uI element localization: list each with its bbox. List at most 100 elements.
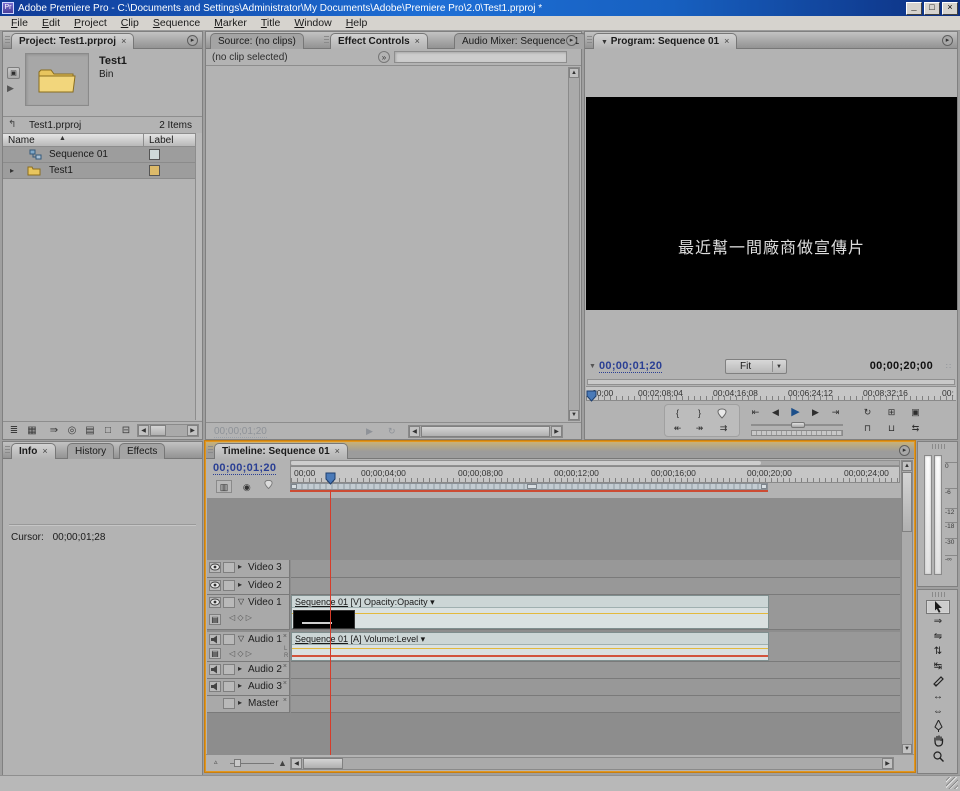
shuttle-thumb[interactable] — [791, 422, 805, 428]
track-lane[interactable] — [291, 662, 900, 679]
panel-grip[interactable] — [932, 444, 946, 449]
tab-effects[interactable]: Effects — [119, 443, 165, 459]
track-lock-toggle[interactable] — [223, 597, 235, 608]
program-time-ruler[interactable]: 00;00 00;02;08;04 00;04;16;08 00;06;24;1… — [586, 386, 956, 401]
menu-project[interactable]: Project — [67, 17, 114, 29]
tab-effect-controls[interactable]: Effect Controls× — [330, 33, 428, 49]
track-lock-toggle[interactable] — [223, 664, 235, 675]
zoom-out-icon[interactable]: ▵ — [214, 758, 218, 766]
collapse-track-icon[interactable]: ▽ — [238, 597, 244, 606]
add-keyframe-icon[interactable]: ◇ — [237, 613, 243, 622]
list-view-icon[interactable]: ≣ — [7, 425, 21, 437]
go-to-out-icon[interactable]: ⇥ — [827, 405, 844, 419]
label-swatch[interactable] — [149, 165, 160, 176]
scroll-right-icon[interactable]: ▶ — [882, 758, 893, 769]
work-area-start-handle[interactable] — [291, 484, 297, 489]
scroll-right-icon[interactable]: ▶ — [187, 425, 198, 436]
safe-margins-icon[interactable]: ⊞ — [883, 405, 900, 419]
set-unnumbered-marker-icon[interactable] — [264, 479, 273, 490]
add-keyframe-icon[interactable]: ◇ — [237, 649, 243, 658]
monitor-options-icon[interactable]: ∷ — [946, 362, 951, 371]
delete-icon[interactable]: ⊟ — [119, 425, 133, 437]
track-lane[interactable] — [291, 560, 900, 578]
step-back-icon[interactable]: ◀ — [767, 405, 784, 419]
expand-track-icon[interactable]: ▸ — [238, 681, 242, 690]
track-options-icon[interactable]: × — [283, 663, 287, 670]
maximize-button[interactable]: □ — [924, 2, 940, 15]
go-to-next-marker-icon[interactable]: ↠ — [691, 421, 708, 435]
panel-grip[interactable] — [5, 36, 10, 45]
go-to-prev-marker-icon[interactable]: ↞ — [669, 421, 686, 435]
go-to-in-icon[interactable]: ⇤ — [747, 405, 764, 419]
menu-edit[interactable]: Edit — [35, 17, 67, 29]
scroll-thumb[interactable] — [421, 426, 550, 437]
panel-menu-icon[interactable]: ▸ — [566, 35, 577, 46]
selection-tool[interactable] — [926, 600, 950, 614]
find-icon[interactable]: ◎ — [65, 425, 79, 437]
close-icon[interactable]: × — [335, 446, 340, 456]
zoom-tool[interactable] — [926, 750, 950, 764]
slide-tool[interactable]: ⇔ — [926, 705, 950, 719]
ripple-edit-tool[interactable]: ⇋ — [926, 630, 950, 644]
show-hide-icon[interactable]: » — [378, 51, 390, 63]
trim-icon[interactable]: ⇆ — [907, 421, 924, 435]
chevron-down-icon[interactable]: ▾ — [430, 597, 435, 607]
menu-help[interactable]: Help — [339, 17, 375, 29]
play-preview-button[interactable]: ▶ — [7, 83, 20, 95]
tab-source[interactable]: Source: (no clips) — [210, 33, 304, 49]
scroll-left-icon[interactable]: ◀ — [291, 758, 302, 769]
expand-track-icon[interactable]: ▸ — [238, 562, 242, 571]
new-item-icon[interactable]: □ — [101, 425, 115, 437]
track-options-icon[interactable]: × — [283, 633, 287, 640]
project-row-sequence[interactable]: Sequence 01 — [3, 147, 195, 163]
timeline-playhead-icon[interactable] — [325, 472, 336, 485]
next-keyframe-icon[interactable]: ▷ — [246, 613, 252, 622]
prev-keyframe-icon[interactable]: ◁ — [229, 649, 235, 658]
project-row-bin[interactable]: ▸ Test1 — [3, 163, 195, 179]
next-keyframe-icon[interactable]: ▷ — [246, 649, 252, 658]
slip-tool[interactable]: ↔ — [926, 690, 950, 704]
close-icon[interactable]: × — [121, 36, 126, 46]
scroll-thumb[interactable] — [902, 472, 912, 532]
tab-timeline[interactable]: Timeline: Sequence 01× — [214, 443, 348, 459]
scroll-down-icon[interactable]: ▼ — [902, 744, 912, 754]
expand-track-icon[interactable]: ▸ — [238, 664, 242, 673]
toggle-track-output-icon[interactable] — [209, 681, 221, 692]
track-select-tool[interactable]: ⇒ — [926, 615, 950, 629]
step-forward-icon[interactable]: ▶ — [807, 405, 824, 419]
resize-grip[interactable] — [946, 777, 958, 789]
program-view-area-bar[interactable] — [587, 379, 955, 385]
scroll-down-icon[interactable]: ▼ — [569, 410, 579, 420]
panel-grip[interactable] — [324, 36, 329, 45]
tab-info[interactable]: Info× — [11, 443, 56, 459]
menu-sequence[interactable]: Sequence — [146, 17, 207, 29]
tab-history[interactable]: History — [67, 443, 114, 459]
track-options-icon[interactable]: × — [283, 697, 287, 704]
work-area-bar[interactable] — [290, 483, 768, 490]
up-one-level-icon[interactable]: ↰ — [8, 119, 16, 130]
toggle-track-output-icon[interactable] — [209, 562, 221, 573]
column-name[interactable]: Name — [8, 135, 35, 146]
timeline-current-timecode[interactable]: 00;00;01;20 — [213, 462, 276, 475]
scroll-thumb[interactable] — [303, 758, 343, 769]
track-lane[interactable] — [291, 696, 900, 713]
project-hscrollbar[interactable]: ◀ ▶ — [137, 424, 199, 437]
set-display-style-icon[interactable]: ▤ — [209, 648, 221, 659]
scroll-left-icon[interactable]: ◀ — [138, 425, 149, 436]
volume-rubber-band[interactable] — [292, 648, 768, 649]
audio-clip[interactable]: Sequence 01 [A] Volume:Level ▾ — [291, 632, 769, 661]
timeline-hscrollbar[interactable]: ◀ ▶ — [290, 757, 894, 770]
shuttle-slider[interactable] — [751, 422, 843, 428]
collapse-track-icon[interactable]: ▽ — [238, 634, 244, 643]
tab-project[interactable]: Project: Test1.prproj× — [11, 33, 134, 49]
rate-stretch-tool[interactable]: ↹ — [926, 660, 950, 674]
set-encore-chapter-marker-icon[interactable]: ◉ — [239, 481, 255, 494]
panel-grip[interactable] — [932, 592, 946, 597]
track-lock-toggle[interactable] — [223, 698, 235, 709]
panel-grip[interactable] — [208, 446, 213, 455]
rolling-edit-tool[interactable]: ⇅ — [926, 645, 950, 659]
toggle-track-output-icon[interactable] — [209, 634, 221, 645]
sort-ascending-icon[interactable]: ▲ — [59, 135, 66, 142]
video-clip[interactable]: Sequence 01 [V] Opacity:Opacity ▾ — [291, 595, 769, 629]
close-icon[interactable]: × — [415, 36, 420, 46]
